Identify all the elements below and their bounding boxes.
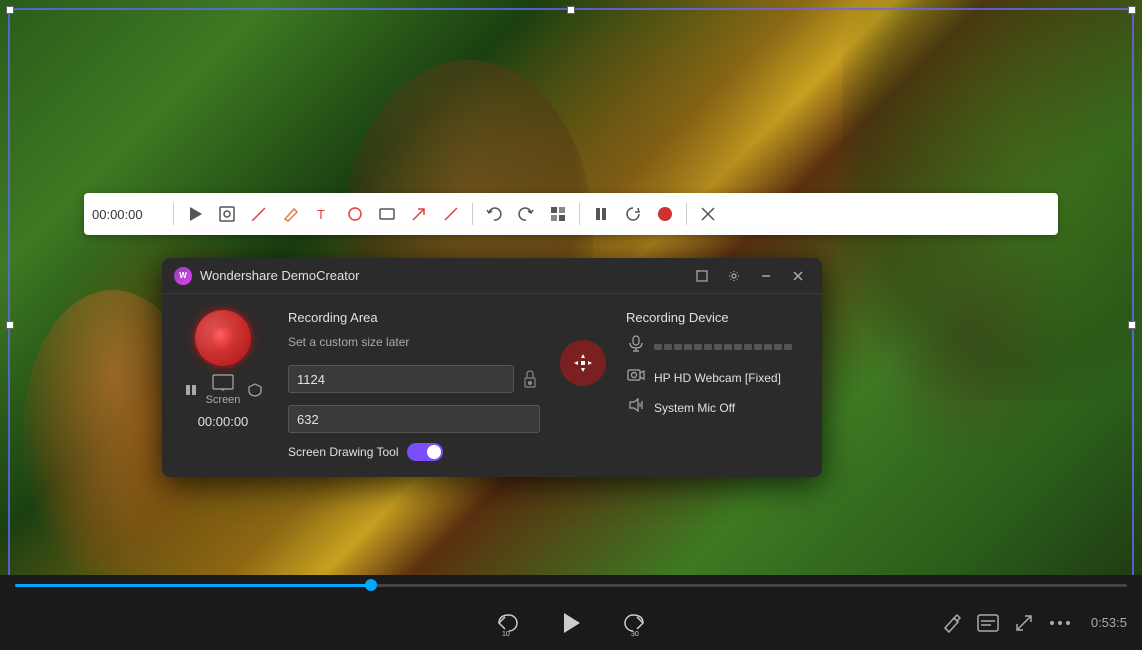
toolbar-close-button[interactable] [693,199,723,229]
playback-bar: 10 30 [0,575,1142,650]
drawing-tool-label: Screen Drawing Tool [288,445,399,459]
area-title: Recording Area [288,310,540,325]
line-button[interactable] [436,199,466,229]
mic-level-bar [654,344,792,350]
caption-button[interactable] [977,614,999,632]
svg-text:10: 10 [502,631,510,637]
toggle-thumb [427,445,441,459]
recording-area-panel: Recording Area Set a custom size later [288,310,540,461]
svg-text:T: T [317,207,325,222]
recording-status-panel: Screen 00:00:00 [178,310,268,461]
audio-row: System Mic Off [626,397,806,418]
screen-label: Screen [206,394,241,406]
rectangle-button[interactable] [372,199,402,229]
svg-text:30: 30 [631,631,639,637]
record-inner-dot [212,327,234,349]
more-options-button[interactable] [1049,620,1071,626]
window-content: Screen 00:00:00 Recording Area Set a cus… [162,294,822,477]
playback-controls: 10 30 [0,595,1142,650]
mic-seg-1 [654,344,662,350]
playback-right-icons: 0:53:5 [942,613,1127,633]
forward-30-button[interactable]: 30 [619,605,655,641]
divider-3 [579,203,580,225]
window-minimize-button[interactable] [754,264,778,288]
window-close-button[interactable] [786,264,810,288]
screen-icon-container: Screen [206,374,241,406]
pencil-button[interactable] [276,199,306,229]
recording-timer: 00:00:00 [198,414,249,429]
playback-timestamp: 0:53:5 [1091,615,1127,630]
mic-seg-14 [784,344,792,350]
custom-size-label: Set a custom size later [288,335,540,349]
play-button[interactable] [180,199,210,229]
mosaic-button[interactable] [543,199,573,229]
mic-seg-7 [714,344,722,350]
window-settings-button[interactable] [722,264,746,288]
progress-area [0,575,1142,595]
divider-1 [173,203,174,225]
height-input[interactable] [288,405,540,433]
resize-button[interactable] [1014,613,1034,633]
webcam-row: HP HD Webcam [Fixed] [626,368,806,387]
mic-seg-9 [734,344,742,350]
mic-seg-10 [744,344,752,350]
drawing-tool-row: Screen Drawing Tool [288,443,540,461]
reset-button[interactable] [618,199,648,229]
progress-track[interactable] [15,584,1127,587]
drawing-tool-toggle[interactable] [407,443,443,461]
mic-seg-5 [694,344,702,350]
mic-icon [626,335,646,358]
mini-webcam-button[interactable] [248,383,262,397]
width-row [288,359,540,399]
width-input[interactable] [288,365,514,393]
divider-2 [472,203,473,225]
mic-seg-11 [754,344,762,350]
mic-seg-4 [684,344,692,350]
mic-seg-8 [724,344,732,350]
progress-fill [15,584,371,587]
app-logo: W [174,267,192,285]
recording-device-panel: Recording Device [626,310,806,461]
mini-pause-button[interactable] [184,383,198,397]
pause-button[interactable] [586,199,616,229]
mic-seg-6 [704,344,712,350]
height-row [288,405,540,433]
mic-seg-2 [664,344,672,350]
window-expand-button[interactable] [690,264,714,288]
toolbar-timestamp: 00:00:00 [92,207,167,222]
drawing-toolbar: 00:00:00 T [84,193,1058,235]
webcam-name: HP HD Webcam [Fixed] [654,371,781,385]
window-titlebar: W Wondershare DemoCreator [162,258,822,294]
edit-button[interactable] [942,613,962,633]
text-button[interactable]: T [308,199,338,229]
lock-button[interactable] [520,359,540,399]
window-title: Wondershare DemoCreator [200,268,682,283]
undo-button[interactable] [479,199,509,229]
playback-play-button[interactable] [553,605,589,641]
mic-seg-12 [764,344,772,350]
record-indicator [195,310,251,366]
progress-thumb[interactable] [365,579,377,591]
circle-button[interactable] [340,199,370,229]
move-button[interactable] [560,340,606,386]
webcam-icon [626,368,646,387]
speaker-icon [626,397,646,418]
brush-button[interactable] [244,199,274,229]
democreator-window: W Wondershare DemoCreator [162,258,822,477]
device-title: Recording Device [626,310,806,325]
arrow-button[interactable] [404,199,434,229]
mic-seg-3 [674,344,682,350]
screenshot-button[interactable] [212,199,242,229]
rewind-10-button[interactable]: 10 [487,605,523,641]
record-stop-button[interactable] [650,199,680,229]
mic-row [626,335,806,358]
logo-text: W [179,271,187,280]
mic-seg-13 [774,344,782,350]
mini-controls: Screen [184,374,263,406]
screen-icon [212,374,234,392]
audio-name: System Mic Off [654,401,735,415]
redo-button[interactable] [511,199,541,229]
divider-4 [686,203,687,225]
